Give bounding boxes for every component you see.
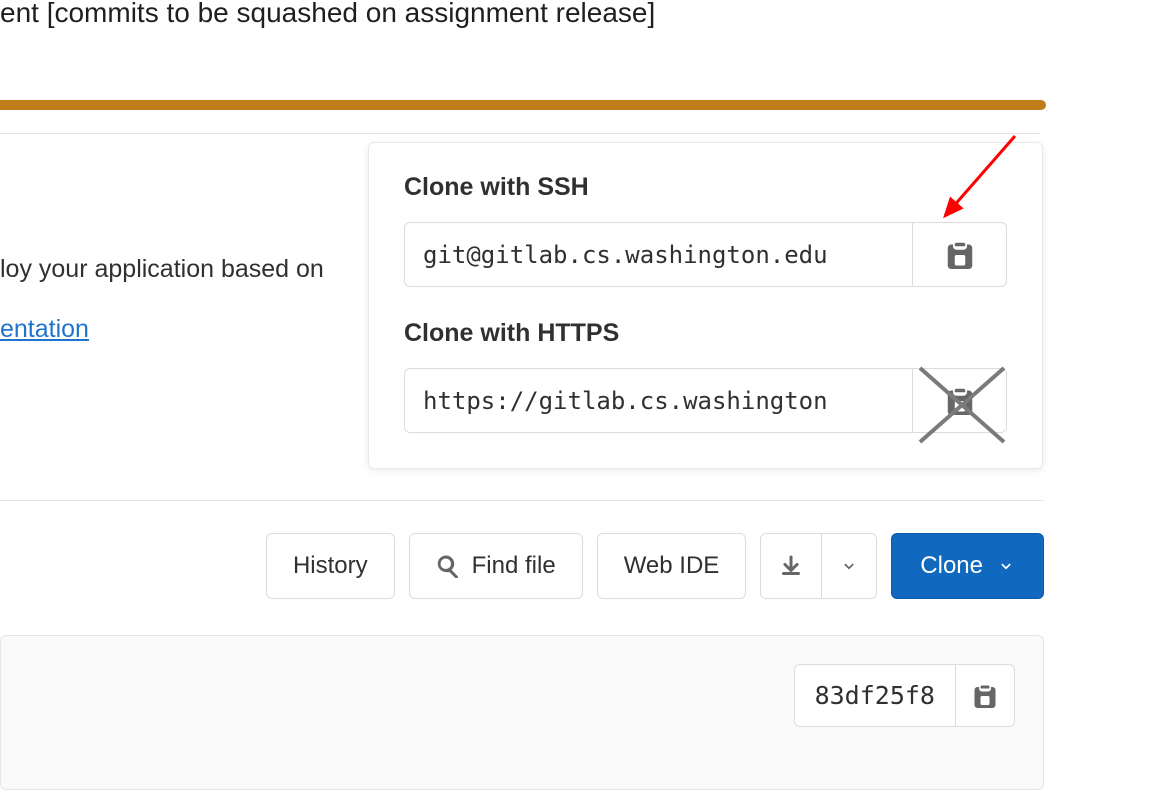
clipboard-icon <box>946 387 974 415</box>
documentation-link[interactable]: entation <box>0 315 89 344</box>
clone-https-url-input[interactable] <box>404 368 912 433</box>
clipboard-icon <box>973 684 997 708</box>
search-icon <box>436 554 460 578</box>
commit-panel: 83df25f8 <box>0 635 1044 790</box>
web-ide-button-label: Web IDE <box>624 552 720 580</box>
find-file-button[interactable]: Find file <box>409 533 583 599</box>
history-button-label: History <box>293 552 368 580</box>
warning-bar <box>0 100 1046 110</box>
commit-sha-group: 83df25f8 <box>794 664 1015 727</box>
history-button[interactable]: History <box>266 533 395 599</box>
clone-ssh-row <box>404 222 1007 287</box>
divider-top <box>0 133 1040 134</box>
download-icon <box>779 554 803 578</box>
download-button[interactable] <box>760 533 821 599</box>
download-button-group <box>760 533 877 599</box>
clone-dropdown-panel: Clone with SSH Clone with HTTPS <box>368 142 1043 469</box>
commit-sha[interactable]: 83df25f8 <box>794 664 955 727</box>
clipboard-icon <box>946 241 974 269</box>
chevron-down-icon <box>997 557 1015 575</box>
action-bar: History Find file Web IDE Clone <box>0 533 1044 599</box>
clone-button-label: Clone <box>920 552 983 580</box>
clone-https-title: Clone with HTTPS <box>404 319 1007 348</box>
web-ide-button[interactable]: Web IDE <box>597 533 747 599</box>
page-title-fragment: ent [commits to be squashed on assignmen… <box>0 0 655 29</box>
find-file-button-label: Find file <box>472 552 556 580</box>
clone-ssh-title: Clone with SSH <box>404 173 1007 202</box>
divider-bottom <box>0 500 1044 501</box>
chevron-down-icon <box>840 557 858 575</box>
download-options-button[interactable] <box>821 533 877 599</box>
copy-https-button[interactable] <box>912 368 1007 433</box>
clone-ssh-url-input[interactable] <box>404 222 912 287</box>
deploy-info-text: loy your application based on <box>0 255 324 284</box>
copy-ssh-button[interactable] <box>912 222 1007 287</box>
clone-button[interactable]: Clone <box>891 533 1044 599</box>
clone-https-row <box>404 368 1007 433</box>
copy-sha-button[interactable] <box>955 664 1015 727</box>
